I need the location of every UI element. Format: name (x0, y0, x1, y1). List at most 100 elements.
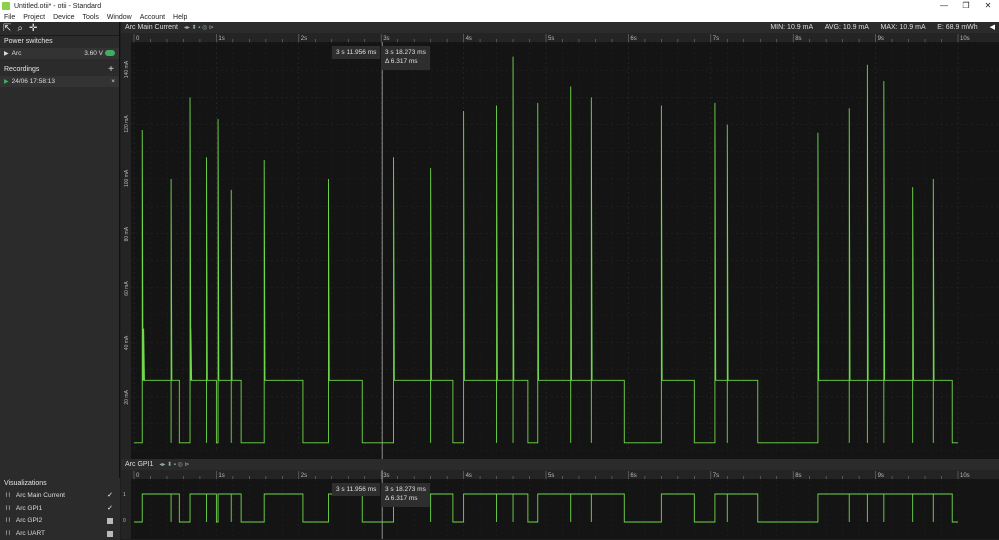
x-tick-label: 7s (713, 36, 719, 42)
gpi-cursor-right-label: 3 s 18.273 ms Δ 6.317 ms (381, 483, 430, 507)
viz-item-gpi2[interactable]: ⌇⌇ Arc GPI2 (0, 515, 120, 528)
stat-energy: E: 68.9 mWh (937, 24, 977, 31)
device-name: Arc (12, 50, 22, 57)
power-toggle[interactable] (105, 50, 115, 56)
main-panel-title: Arc Main Current (125, 24, 178, 31)
otii-app-icon (2, 2, 10, 10)
x-tick-label: 1s (218, 36, 224, 42)
window-titlebar: Untitled.otii* - otii - Standard — ❐ ✕ (0, 0, 999, 12)
cursor-right-label: 3 s 18.273 ms Δ 6.317 ms (381, 46, 430, 70)
expand-triangle-icon[interactable]: ▶ (4, 51, 9, 57)
device-voltage[interactable]: 3.60 V (84, 50, 103, 57)
gpi-x-tick-label: 7s (713, 473, 719, 479)
x-axis-ruler (121, 33, 999, 42)
maximize-button[interactable]: ❐ (955, 0, 977, 12)
close-button[interactable]: ✕ (977, 0, 999, 12)
menu-project[interactable]: Project (19, 14, 49, 21)
gpi-x-tick-label: 2s (301, 473, 307, 479)
main-current-chart[interactable]: 01s2s3s4s5s6s7s8s9s10s20 mA40 mA60 mA80 … (121, 33, 999, 461)
x-tick-label: 3s (383, 36, 389, 42)
power-switches-header: Power switches (0, 36, 119, 48)
main-current-header: Arc Main Current ◂▸ ⬍ ▪ ◎ ⊳ MIN: 10.9 mA… (121, 22, 999, 33)
line-chart-icon: ⌇⌇ (5, 518, 11, 524)
gpi-x-tick-label: 9s (878, 473, 884, 479)
gpi-x-tick-label: 4s (466, 473, 472, 479)
cursor-right-time: 3 s 18.273 ms (385, 48, 426, 57)
gpi-y-tick-low: 0 (123, 518, 126, 524)
menu-file[interactable]: File (0, 14, 19, 21)
device-row-arc[interactable]: ▶Arc 3.60 V (0, 48, 119, 59)
checkmark-icon[interactable]: ✓ (107, 493, 113, 499)
checkmark-icon[interactable]: ✓ (107, 506, 113, 512)
recordings-label: Recordings (4, 66, 39, 73)
gpi-x-tick-label: 5s (548, 473, 554, 479)
stats-bar: MIN: 10.9 mA AVG: 10.9 mA MAX: 10.9 mA E… (760, 22, 995, 33)
visualizations-section: Visualizations ⌇⌇Arc Main Current ✓ ⌇⌇Ar… (0, 478, 120, 540)
gpi-panel-title: Arc GPI1 (125, 461, 153, 468)
recording-row[interactable]: ▶24/06 17:58:13 × (0, 76, 119, 87)
recordings-header: Recordings + (0, 64, 119, 76)
viz-item-gpi1[interactable]: ⌇⌇ Arc GPI1 ✓ (0, 503, 120, 516)
x-tick-label: 5s (548, 36, 554, 42)
viz-item-main-current[interactable]: ⌇⌇ Arc Main Current ✓ (0, 490, 120, 503)
viz-label: Arc GPI1 (16, 505, 42, 512)
gpi1-header: Arc GPI1 ◂▸ ⬍ ▪ ◎ ⊳ (121, 459, 999, 470)
play-triangle-icon[interactable]: ▶ (4, 79, 9, 85)
minimize-button[interactable]: — (933, 0, 955, 12)
line-chart-icon: ⌇⌇ (5, 493, 11, 499)
gpi-x-tick-label: 3s (383, 473, 389, 479)
viz-label: Arc Main Current (16, 492, 65, 499)
gpi-x-tick-label: 1s (218, 473, 224, 479)
y-tick-label: 40 mA (124, 335, 130, 350)
stat-min: MIN: 10.9 mA (770, 24, 812, 31)
select-tool-icon[interactable]: ⇱ (3, 23, 11, 34)
x-tick-label: 10s (960, 36, 970, 42)
x-tick-label: 2s (301, 36, 307, 42)
menu-help[interactable]: Help (169, 14, 191, 21)
visualizations-header: Visualizations (0, 478, 120, 490)
add-recording-icon[interactable]: + (108, 64, 114, 76)
gpi-cursor-right-time: 3 s 18.273 ms (385, 485, 426, 494)
menu-tools[interactable]: Tools (78, 14, 102, 21)
window-title: Untitled.otii* - otii - Standard (14, 3, 101, 10)
tool-bar: ⇱ ⌕ ✛ (0, 22, 119, 36)
cursor-delta: Δ 6.317 ms (385, 57, 426, 66)
zoom-tool-icon[interactable]: ⌕ (17, 23, 23, 34)
cursor-left-label: 3 s 11.956 ms (332, 46, 380, 59)
main-area: Arc Main Current ◂▸ ⬍ ▪ ◎ ⊳ MIN: 10.9 mA… (121, 22, 999, 539)
gpi-cursor-left-label: 3 s 11.956 ms (332, 483, 380, 496)
remove-recording-icon[interactable]: × (111, 76, 115, 87)
gpi-x-tick-label: 10s (960, 473, 970, 479)
y-tick-label: 80 mA (124, 226, 130, 241)
collapse-arrow-icon[interactable]: ◀ (990, 24, 995, 31)
sidebar: ⇱ ⌕ ✛ Power switches ▶Arc 3.60 V Recordi… (0, 22, 120, 539)
menu-device[interactable]: Device (49, 14, 78, 21)
stat-max: MAX: 10.9 mA (880, 24, 925, 31)
x-tick-label: 9s (878, 36, 884, 42)
y-tick-label: 100 mA (124, 169, 130, 187)
unchecked-box-icon[interactable] (107, 518, 113, 524)
viz-label: Arc GPI2 (16, 517, 42, 524)
line-chart-icon: ⌇⌇ (5, 506, 11, 512)
y-tick-label: 120 mA (124, 115, 130, 133)
gpi-x-axis-ruler (121, 470, 999, 479)
recording-name: 24/06 17:58:13 (12, 78, 55, 85)
menu-account[interactable]: Account (136, 14, 169, 21)
unchecked-box-icon[interactable] (107, 531, 113, 537)
viz-item-uart[interactable]: ⌇⌇Arc UART (0, 528, 120, 540)
gpi-x-tick-label: 8s (795, 473, 801, 479)
x-tick-label: 6s (630, 36, 636, 42)
gpi-y-tick-high: 1 (123, 492, 126, 498)
menu-window[interactable]: Window (103, 14, 136, 21)
gpi1-chart[interactable]: 01s2s3s4s5s6s7s8s9s10s10 (121, 470, 999, 539)
menu-bar: File Project Device Tools Window Account… (0, 12, 999, 22)
panel-controls-icon[interactable]: ◂▸ ⬍ ▪ ◎ ⊳ (159, 462, 189, 468)
panel-controls-icon[interactable]: ◂▸ ⬍ ▪ ◎ ⊳ (184, 25, 214, 31)
y-tick-label: 60 mA (124, 281, 130, 296)
y-tick-label: 20 mA (124, 389, 130, 404)
x-tick-label: 8s (795, 36, 801, 42)
viz-label: Arc UART (16, 530, 45, 537)
gpi-x-tick-label: 6s (630, 473, 636, 479)
y-tick-label: 140 mA (124, 60, 130, 78)
pan-tool-icon[interactable]: ✛ (29, 23, 37, 34)
